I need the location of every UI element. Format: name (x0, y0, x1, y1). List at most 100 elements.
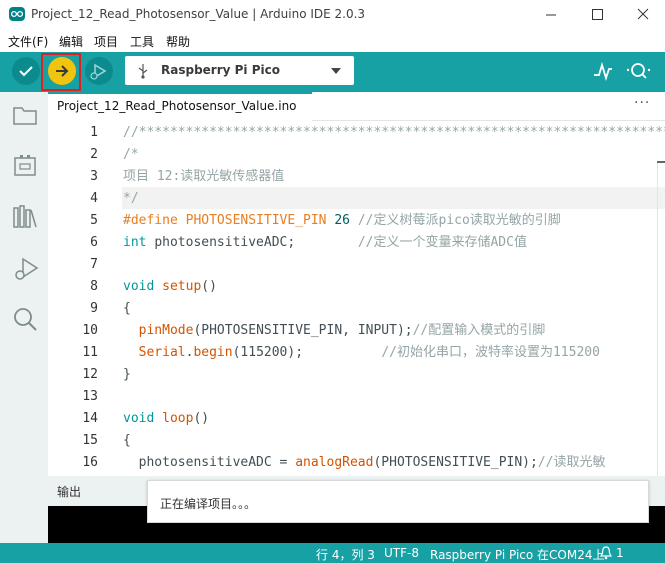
search-icon[interactable] (12, 306, 40, 334)
code-token: 26 (334, 213, 358, 228)
code-token: { (123, 433, 131, 448)
line-number: 9 (90, 301, 98, 316)
code-token: #define (123, 213, 186, 228)
code-token: setup (162, 279, 202, 294)
code-token: loop (162, 411, 194, 426)
editor-tab-bar: Project_12_Read_Photosensor_Value.ino ··… (48, 92, 665, 121)
code-text: //**************************************… (123, 122, 665, 144)
code-text: } (123, 364, 131, 386)
debugger-icon[interactable] (12, 255, 40, 283)
code-token: begin (193, 345, 233, 360)
tab-label: Project_12_Read_Photosensor_Value.ino (57, 99, 297, 113)
code-text: #define PHOTOSENSITIVE_PIN 26 //定义树莓派pic… (123, 210, 561, 232)
maximize-icon[interactable] (575, 0, 619, 30)
serial-monitor-icon[interactable] (625, 59, 653, 83)
code-line[interactable]: 2 /* (48, 144, 665, 166)
code-token: pinMode (138, 323, 194, 338)
cursor-position[interactable]: 行 4，列 3 (316, 546, 375, 563)
code-line[interactable]: 3 项目 12:读取光敏传感器值 (48, 166, 665, 188)
code-token: //定义树莓派pico读取光敏的引脚 (357, 213, 561, 228)
code-text: void loop() (123, 408, 209, 430)
debug-button[interactable] (85, 57, 113, 85)
line-number: 16 (82, 455, 98, 470)
code-token: (115200); (232, 345, 382, 360)
serial-plotter-icon[interactable] (592, 60, 614, 82)
library-icon[interactable] (12, 204, 38, 230)
line-number: 12 (82, 367, 98, 382)
code-line[interactable]: 12} (48, 364, 665, 386)
line-number: 4 (90, 191, 98, 206)
code-text: pinMode(PHOTOSENSITIVE_PIN, INPUT);//配置输… (123, 320, 546, 342)
code-line[interactable]: 15 { (48, 430, 665, 452)
menu-file[interactable]: 文件(F) (8, 33, 48, 50)
debug-icon (90, 63, 107, 80)
code-text: photosensitiveADC = analogRead(PHOTOSENS… (123, 452, 606, 474)
minimize-icon[interactable] (529, 0, 573, 30)
verify-button[interactable] (12, 57, 40, 85)
code-token: */ (123, 191, 139, 206)
menu-bar: 文件(F) 编辑 项目 工具 帮助 (0, 30, 665, 52)
line-number: 10 (82, 323, 98, 338)
board-port[interactable]: Raspberry Pi Pico 在COM24上 (430, 546, 605, 563)
code-line[interactable]: 10 pinMode(PHOTOSENSITIVE_PIN, INPUT);//… (48, 320, 665, 342)
code-text: /* (123, 144, 139, 166)
code-text: 项目 12:读取光敏传感器值 (123, 166, 284, 188)
code-line[interactable]: 14 void loop() (48, 408, 665, 430)
verify-icon (19, 66, 33, 77)
more-tabs-icon[interactable]: ··· (634, 95, 650, 111)
notification-text: 正在编译项目。。。 (160, 497, 257, 511)
code-editor[interactable]: 1 //*************************************… (48, 121, 665, 476)
compile-notification: 正在编译项目。。。 (147, 480, 649, 523)
menu-sketch[interactable]: 项目 (94, 33, 118, 50)
close-icon[interactable] (621, 0, 665, 30)
code-token: //定义一个变量来存储ADC值 (357, 235, 527, 250)
code-token: //配置输入模式的引脚 (412, 323, 546, 338)
line-number: 13 (82, 389, 98, 404)
menu-help[interactable]: 帮助 (166, 33, 190, 50)
code-token: //初始化串口，波特率设置为115200 (381, 345, 600, 360)
dropdown-icon (331, 68, 341, 74)
code-token: () (201, 279, 217, 294)
code-line[interactable]: 13 (48, 386, 665, 408)
code-token: void (123, 411, 163, 426)
tab-sketch-file[interactable]: Project_12_Read_Photosensor_Value.ino (48, 92, 312, 121)
code-line[interactable]: 8 void setup() (48, 276, 665, 298)
line-number: 11 (82, 345, 98, 360)
menu-tools[interactable]: 工具 (130, 33, 154, 50)
code-token: void (123, 279, 163, 294)
code-line[interactable]: 16 photosensitiveADC = analogRead(PHOTOS… (48, 452, 665, 474)
line-number: 6 (90, 235, 98, 250)
code-line[interactable]: 1 //*************************************… (48, 122, 665, 144)
usb-icon (138, 64, 148, 79)
upload-highlight-box (41, 53, 81, 91)
bell-icon[interactable] (600, 546, 612, 560)
code-token: } (123, 367, 131, 382)
code-line[interactable]: 9{ (48, 298, 665, 320)
code-text: { (123, 430, 131, 452)
code-text: */ (123, 188, 139, 210)
code-text: Serial.begin(115200); //初始化串口，波特率设置为1152… (123, 342, 600, 364)
board-selector[interactable]: Raspberry Pi Pico (125, 56, 354, 85)
notification-count: 1 (616, 546, 624, 560)
code-line[interactable]: 5 #define PHOTOSENSITIVE_PIN 26 //定义树莓派pi… (48, 210, 665, 232)
output-label[interactable]: 输出 (57, 483, 81, 500)
line-number: 3 (90, 169, 98, 184)
editor-scrollbar[interactable] (653, 121, 665, 476)
code-token: () (193, 411, 210, 426)
code-token: photosensitiveADC = (123, 455, 296, 470)
encoding[interactable]: UTF-8 (384, 546, 419, 560)
folder-icon[interactable] (12, 104, 38, 126)
code-line[interactable]: 11 Serial.begin(115200); //初始化串口，波特率设置为1… (48, 342, 665, 364)
arduino-logo-icon (9, 7, 25, 21)
code-token: (PHOTOSENSITIVE_PIN, INPUT); (193, 323, 413, 338)
code-line[interactable]: 7 (48, 254, 665, 276)
menu-edit[interactable]: 编辑 (59, 33, 83, 50)
code-line[interactable]: 4 */ (48, 188, 665, 210)
code-token: //**************************************… (123, 125, 665, 140)
code-line[interactable]: 6 int photosensitiveADC; //定义一个变量来存储ADC值 (48, 232, 665, 254)
code-token: photosensitiveADC; (154, 235, 358, 250)
line-number: 8 (90, 279, 98, 294)
code-text: { (123, 298, 131, 320)
board-icon[interactable] (12, 154, 38, 178)
